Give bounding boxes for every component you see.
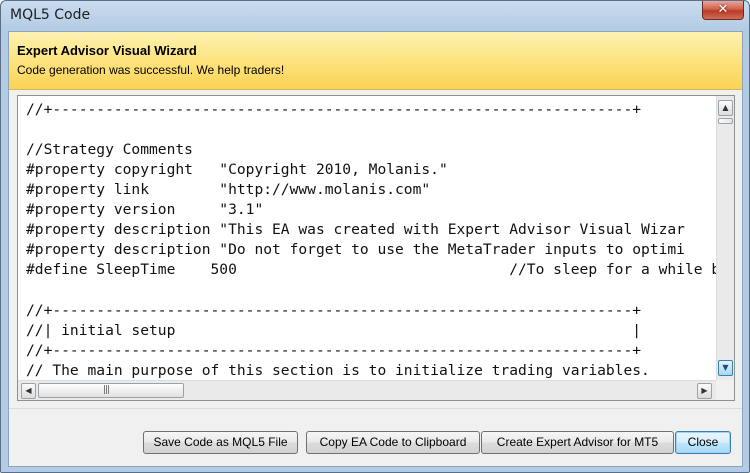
- grip-icon: |||: [103, 385, 110, 395]
- vertical-scrollbar[interactable]: ▲ ▼: [716, 96, 734, 380]
- horizontal-scrollbar[interactable]: ◀ ||| ▶: [18, 380, 716, 400]
- code-line: //+-------------------------------------…: [26, 101, 642, 118]
- wizard-banner: Expert Advisor Visual Wizard Code genera…: [9, 32, 742, 90]
- code-text-area[interactable]: //+-------------------------------------…: [18, 96, 716, 380]
- scroll-up-arrow-icon[interactable]: ▲: [718, 100, 733, 116]
- code-line: //| initial setup |: [26, 322, 642, 339]
- scroll-left-arrow-icon[interactable]: ◀: [21, 383, 36, 399]
- banner-title: Expert Advisor Visual Wizard: [17, 43, 197, 58]
- vertical-scroll-thumb[interactable]: [718, 118, 733, 124]
- code-line: #property copyright "Copyright 2010, Mol…: [26, 161, 448, 178]
- banner-subtitle: Code generation was successful. We help …: [17, 63, 285, 77]
- code-editor[interactable]: //+-------------------------------------…: [17, 95, 735, 401]
- scroll-right-arrow-icon[interactable]: ▶: [697, 383, 712, 399]
- code-line: // The main purpose of this section is t…: [26, 362, 650, 379]
- window-close-button[interactable]: ✕: [702, 1, 744, 20]
- code-line: //+-------------------------------------…: [26, 302, 642, 319]
- code-line: //+-------------------------------------…: [26, 342, 642, 359]
- close-button[interactable]: Close: [675, 431, 731, 454]
- scroll-down-arrow-icon[interactable]: ▼: [718, 360, 733, 376]
- code-line: #property version "3.1": [26, 201, 264, 218]
- code-line: //Strategy Comments: [26, 141, 193, 158]
- mql5-code-window: MQL5 Code ✕ Expert Advisor Visual Wizard…: [0, 0, 750, 473]
- code-line: #property link "http://www.molanis.com": [26, 181, 431, 198]
- create-expert-advisor-button[interactable]: Create Expert Advisor for MT5: [481, 431, 674, 454]
- window-title: MQL5 Code: [10, 7, 91, 23]
- horizontal-scroll-thumb[interactable]: |||: [38, 383, 184, 398]
- scrollbar-corner: [716, 380, 734, 400]
- button-row: Save Code as MQL5 File Copy EA Code to C…: [9, 408, 742, 469]
- title-bar[interactable]: MQL5 Code ✕: [1, 1, 749, 31]
- code-line: #define SleepTime 500 //To sleep for a w…: [26, 261, 716, 278]
- copy-code-button[interactable]: Copy EA Code to Clipboard: [306, 431, 480, 454]
- save-code-button[interactable]: Save Code as MQL5 File: [143, 431, 298, 454]
- code-line: #property description "Do not forget to …: [26, 241, 685, 258]
- code-line: #property description "This EA was creat…: [26, 221, 685, 238]
- dialog-client-area: Expert Advisor Visual Wizard Code genera…: [8, 31, 743, 467]
